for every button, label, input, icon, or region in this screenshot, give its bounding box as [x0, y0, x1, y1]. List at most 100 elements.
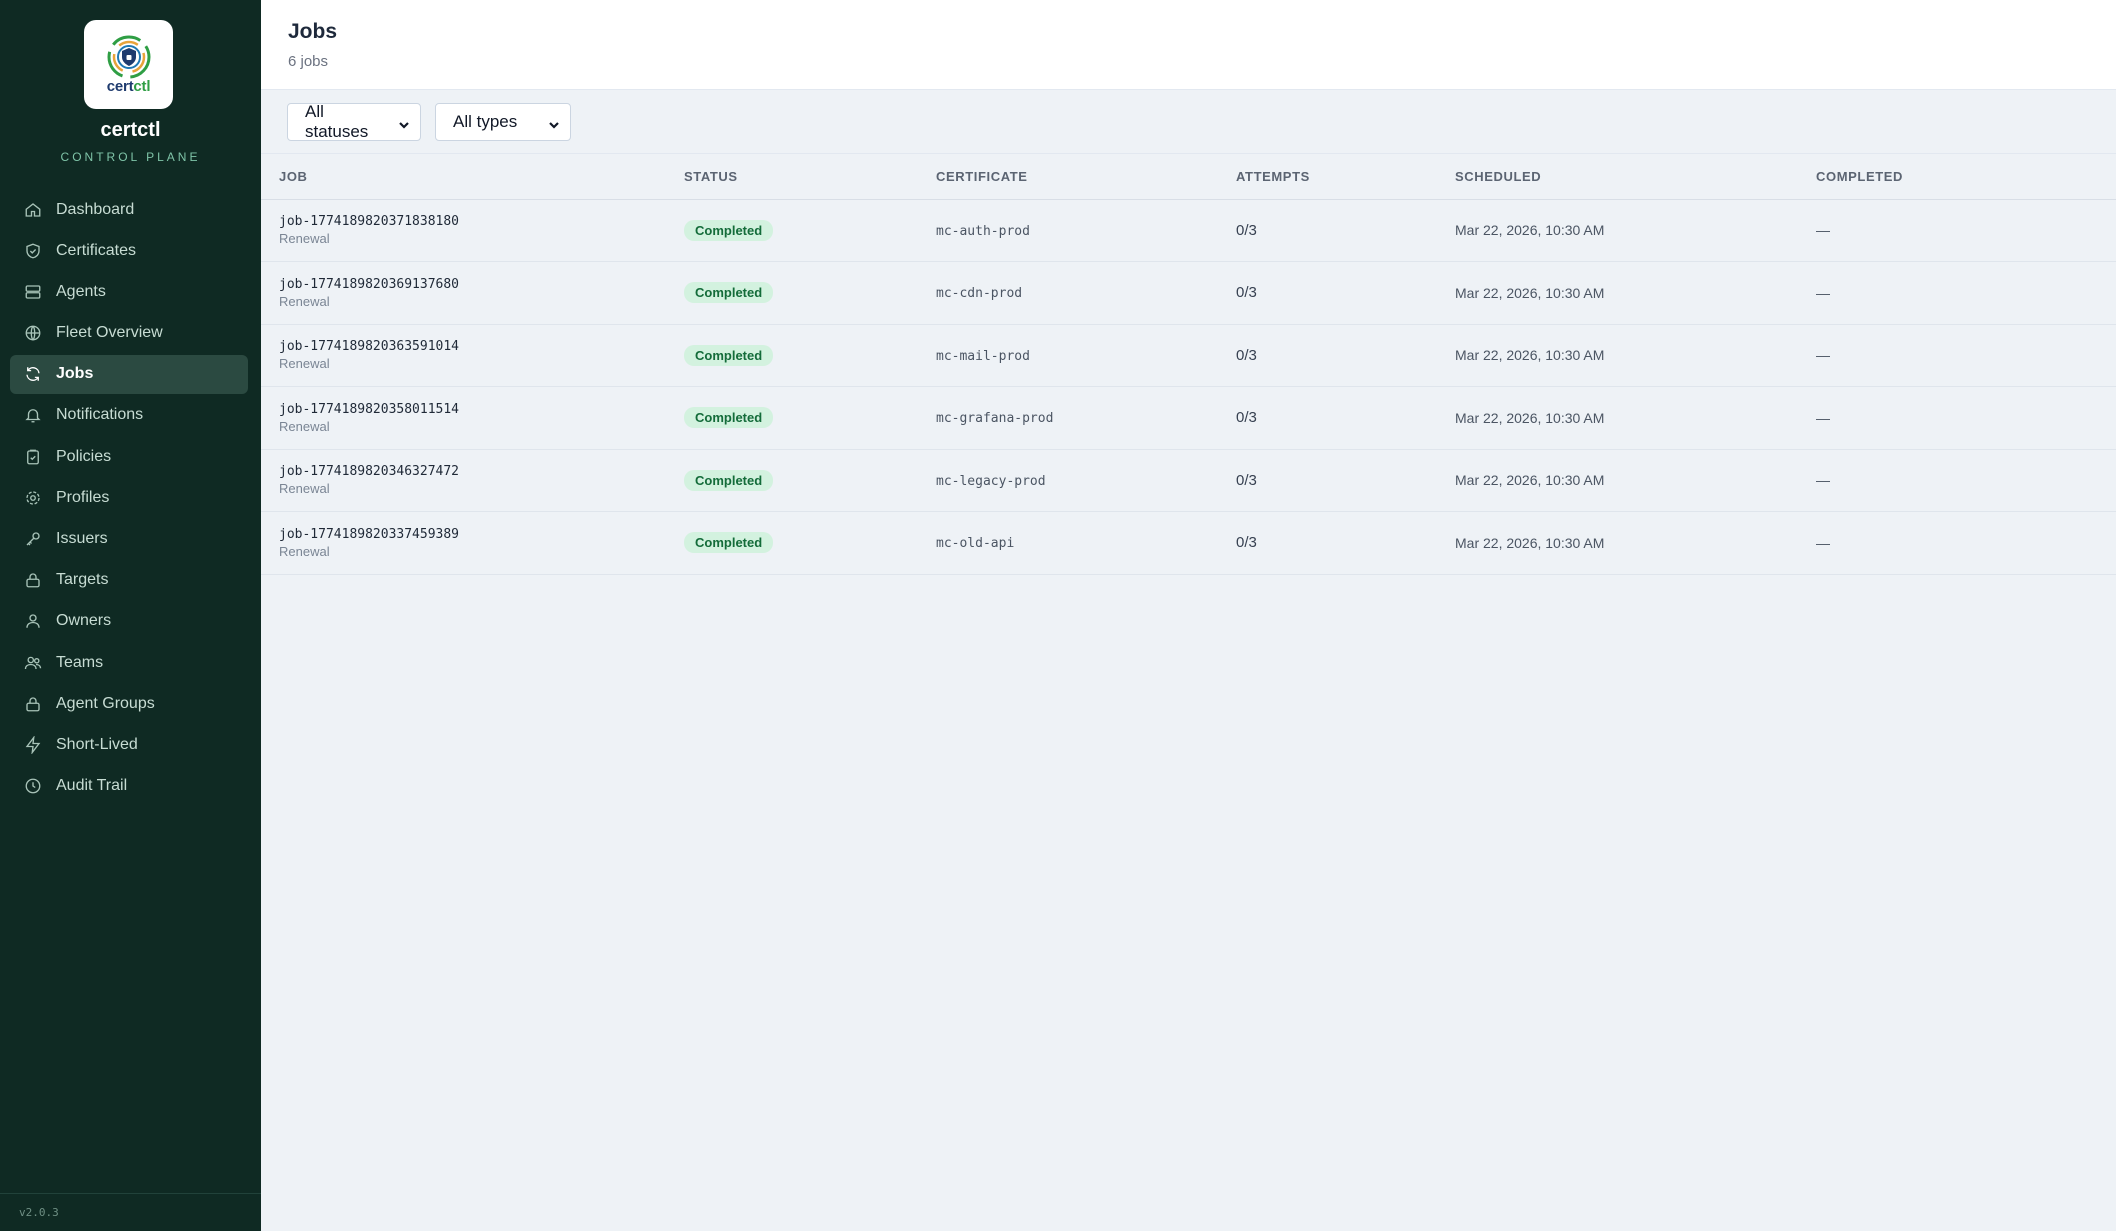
column-header-status[interactable]: STATUS — [684, 154, 936, 200]
sidebar-footer: v2.0.3 — [0, 1193, 261, 1231]
sidebar-item-fleet-overview[interactable]: Fleet Overview — [10, 314, 248, 353]
status-filter-value: All statuses — [305, 101, 369, 141]
sidebar-item-agent-groups[interactable]: Agent Groups — [10, 684, 248, 723]
filter-bar: All statuses All types — [261, 90, 2116, 154]
certificate-name[interactable]: mc-auth-prod — [936, 224, 1030, 239]
main-content: Jobs 6 jobs All statuses All types JOB S… — [261, 0, 2116, 1231]
column-header-attempts[interactable]: ATTEMPTS — [1236, 154, 1455, 200]
sidebar-item-label: Targets — [56, 571, 109, 589]
sidebar-item-teams[interactable]: Teams — [10, 643, 248, 682]
job-id[interactable]: job-1774189820337459389 — [279, 527, 684, 542]
version-label: v2.0.3 — [19, 1206, 59, 1219]
attempts-value: 0/3 — [1236, 346, 1257, 364]
job-count: 6 jobs — [288, 53, 329, 70]
users-icon — [24, 654, 42, 672]
type-filter-select[interactable]: All types — [435, 102, 571, 141]
job-id[interactable]: job-1774189820371838180 — [279, 214, 684, 229]
scheduled-time: Mar 22, 2026, 10:30 AM — [1455, 347, 1605, 364]
sidebar-item-audit-trail[interactable]: Audit Trail — [10, 767, 248, 806]
brand-subtitle: CONTROL PLANE — [60, 150, 201, 164]
table-row[interactable]: job-1774189820346327472 Renewal Completed… — [261, 449, 2116, 512]
attempts-value: 0/3 — [1236, 471, 1257, 489]
column-header-scheduled[interactable]: SCHEDULED — [1455, 154, 1816, 200]
sidebar-item-label: Short-Lived — [56, 735, 138, 753]
key-icon — [24, 530, 42, 548]
bell-icon — [24, 406, 42, 424]
sidebar-item-jobs[interactable]: Jobs — [10, 354, 248, 394]
certificate-name[interactable]: mc-mail-prod — [936, 349, 1030, 364]
certificate-name[interactable]: mc-cdn-prod — [936, 286, 1022, 301]
job-type: Renewal — [279, 293, 330, 309]
table-row[interactable]: job-1774189820337459389 Renewal Completed… — [261, 511, 2116, 575]
table-row[interactable]: job-1774189820363591014 Renewal Completed… — [261, 324, 2116, 387]
sidebar-nav: Dashboard Certificates Agents Fleet Over… — [10, 190, 248, 808]
status-badge: Completed — [684, 219, 774, 241]
status-badge: Completed — [684, 532, 774, 554]
shield-logo-icon — [107, 35, 150, 79]
status-badge: Completed — [684, 469, 774, 491]
attempts-value: 0/3 — [1236, 409, 1257, 427]
sidebar-item-owners[interactable]: Owners — [10, 602, 248, 641]
sidebar-item-profiles[interactable]: Profiles — [10, 478, 248, 517]
column-header-completed[interactable]: COMPLETED — [1816, 154, 2116, 200]
scheduled-time: Mar 22, 2026, 10:30 AM — [1455, 472, 1605, 489]
lock-icon — [24, 571, 42, 589]
sidebar-item-issuers[interactable]: Issuers — [10, 520, 248, 559]
sidebar-item-notifications[interactable]: Notifications — [10, 396, 248, 435]
certificate-name[interactable]: mc-old-api — [936, 536, 1014, 551]
sidebar-item-label: Teams — [56, 653, 104, 671]
sidebar-item-label: Policies — [56, 447, 112, 465]
sidebar: certctl certctl CONTROL PLANE Dashboard … — [0, 0, 261, 1231]
page-header: Jobs 6 jobs — [261, 0, 2116, 90]
job-id[interactable]: job-1774189820358011514 — [279, 402, 684, 417]
scheduled-time: Mar 22, 2026, 10:30 AM — [1455, 534, 1605, 551]
attempts-value: 0/3 — [1236, 284, 1257, 302]
table-row[interactable]: job-1774189820369137680 Renewal Completed… — [261, 261, 2116, 325]
sidebar-item-label: Fleet Overview — [56, 324, 163, 342]
certificate-name[interactable]: mc-legacy-prod — [936, 474, 1046, 489]
column-header-certificate[interactable]: CERTIFICATE — [936, 154, 1236, 200]
status-badge: Completed — [684, 282, 774, 304]
status-badge: Completed — [684, 344, 774, 366]
sidebar-item-policies[interactable]: Policies — [10, 437, 248, 476]
sidebar-item-agents[interactable]: Agents — [10, 272, 248, 311]
home-icon — [24, 201, 42, 219]
lock-group-icon — [24, 695, 42, 713]
completed-time: — — [1816, 222, 1830, 239]
sidebar-item-certificates[interactable]: Certificates — [10, 231, 248, 270]
logo-text: certctl — [106, 78, 151, 95]
sidebar-item-label: Certificates — [56, 241, 137, 259]
job-id[interactable]: job-1774189820346327472 — [279, 464, 684, 479]
jobs-table: JOB STATUS CERTIFICATE ATTEMPTS SCHEDULE… — [261, 154, 2116, 575]
column-header-job[interactable]: JOB — [261, 154, 684, 200]
completed-time: — — [1816, 534, 1830, 551]
refresh-icon — [24, 365, 42, 383]
attempts-value: 0/3 — [1236, 534, 1257, 552]
job-id[interactable]: job-1774189820369137680 — [279, 277, 684, 292]
brand-name: certctl — [100, 119, 161, 141]
sidebar-item-dashboard[interactable]: Dashboard — [10, 190, 248, 229]
sidebar-item-label: Owners — [56, 612, 112, 630]
table-row[interactable]: job-1774189820358011514 Renewal Completed… — [261, 386, 2116, 450]
sidebar-item-short-lived[interactable]: Short-Lived — [10, 725, 248, 764]
sidebar-item-label: Agent Groups — [56, 694, 155, 712]
sidebar-item-targets[interactable]: Targets — [10, 561, 248, 600]
job-id[interactable]: job-1774189820363591014 — [279, 339, 684, 354]
certificate-name[interactable]: mc-grafana-prod — [936, 411, 1053, 426]
chevron-down-icon — [548, 116, 560, 129]
status-filter-select[interactable]: All statuses — [287, 101, 421, 141]
type-filter-value: All types — [453, 111, 518, 131]
job-type: Renewal — [279, 356, 330, 372]
completed-time: — — [1816, 284, 1830, 301]
scheduled-time: Mar 22, 2026, 10:30 AM — [1455, 222, 1605, 239]
sidebar-item-label: Issuers — [56, 530, 108, 547]
sidebar-item-label: Jobs — [56, 365, 94, 383]
completed-time: — — [1816, 409, 1830, 426]
job-type: Renewal — [279, 418, 330, 434]
table-row[interactable]: job-1774189820371838180 Renewal Completed… — [261, 199, 2116, 262]
brand-logo[interactable]: certctl — [84, 20, 173, 109]
job-type: Renewal — [279, 481, 330, 497]
job-type: Renewal — [279, 231, 330, 247]
chevron-down-icon — [398, 116, 410, 129]
scheduled-time: Mar 22, 2026, 10:30 AM — [1455, 409, 1605, 426]
